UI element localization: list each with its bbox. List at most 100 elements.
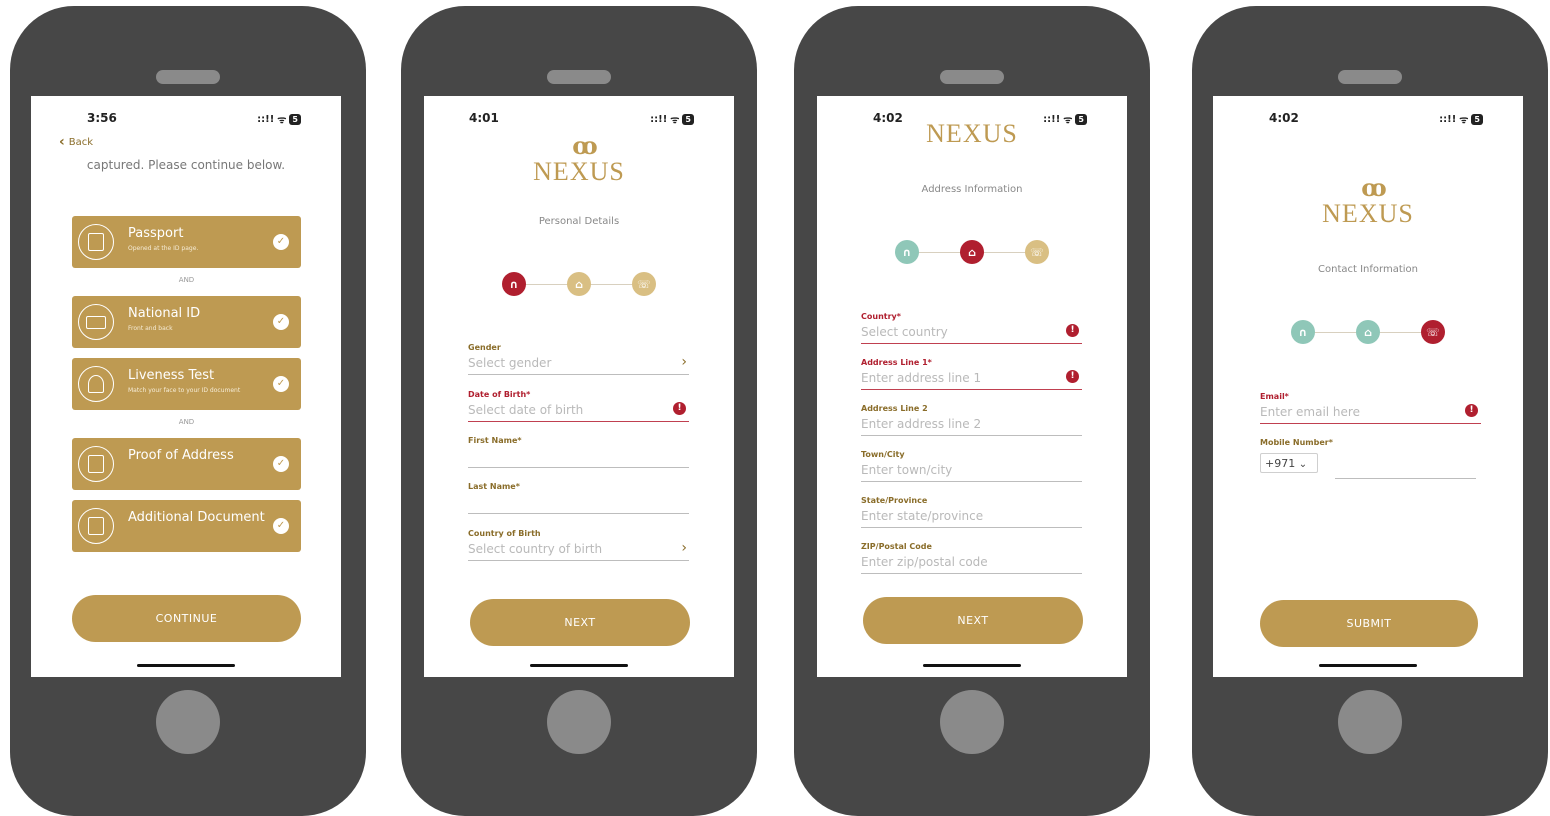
speaker [940, 70, 1004, 84]
person-icon [78, 366, 114, 402]
phone-step-icon: ☏ [1025, 240, 1049, 264]
screen-personal-details: 4:01 ::!! ᯤ 5 ꝏ NEXUS Personal Details ∩… [424, 96, 734, 677]
logo-wordmark: NEXUS [926, 119, 1018, 148]
state-province-field[interactable]: State/Province Enter state/province [861, 496, 1082, 528]
field-label: ZIP/Postal Code [861, 542, 932, 551]
card-subtitle: Match your face to your ID document [128, 387, 241, 394]
status-icons: ::!! ᯤ 5 [1439, 112, 1483, 126]
phone-frame-3: 4:02 ::!! ᯤ 5 NEXUS Address Information … [794, 6, 1150, 816]
passport-card[interactable]: Passport Opened at the ID page. ✓ [72, 216, 301, 268]
battery-icon: 5 [682, 113, 694, 125]
gender-field[interactable]: Gender Select gender › [468, 343, 689, 375]
progress-stepper: ∩ ⌂ ☏ [895, 240, 1050, 266]
speaker [1338, 70, 1402, 84]
field-label: Country* [861, 312, 901, 321]
home-indicator [923, 664, 1021, 667]
country-of-birth-field[interactable]: Country of Birth Select country of birth… [468, 529, 689, 561]
field-placeholder: Select country [861, 325, 948, 339]
home-button [1338, 690, 1402, 754]
national-id-card[interactable]: National ID Front and back ✓ [72, 296, 301, 348]
card-title: Additional Document [128, 510, 265, 525]
last-name-field[interactable]: Last Name* [468, 482, 689, 514]
status-time: 4:02 [1269, 111, 1299, 125]
error-icon: ! [673, 402, 686, 415]
zip-postal-code-field[interactable]: ZIP/Postal Code Enter zip/postal code [861, 542, 1082, 574]
home-button [940, 690, 1004, 754]
field-label: Gender [468, 343, 501, 352]
field-label: Mobile Number* [1260, 438, 1333, 447]
mobile-number-label-row: Mobile Number* [1260, 438, 1481, 447]
home-button [156, 690, 220, 754]
progress-stepper: ∩ ⌂ ☏ [1291, 320, 1446, 346]
submit-button[interactable]: SUBMIT [1260, 600, 1478, 647]
home-step-icon: ⌂ [1356, 320, 1380, 344]
first-name-field[interactable]: First Name* [468, 436, 689, 468]
check-icon: ✓ [273, 314, 289, 330]
chevron-down-icon: ⌄ [1298, 459, 1308, 470]
date-of-birth-field[interactable]: Date of Birth* Select date of birth! [468, 390, 689, 422]
error-icon: ! [1066, 370, 1079, 383]
next-button[interactable]: NEXT [863, 597, 1083, 644]
email-field[interactable]: Email* Enter email here! [1260, 392, 1481, 424]
and-separator: AND [178, 418, 195, 426]
field-label: Country of Birth [468, 529, 541, 538]
error-icon: ! [1465, 404, 1478, 417]
proof-of-address-card[interactable]: Proof of Address ✓ [72, 438, 301, 490]
country-field[interactable]: Country* Select country! [861, 312, 1082, 344]
nexus-logo: NEXUS [817, 120, 1127, 148]
field-placeholder [468, 495, 689, 514]
chevron-right-icon: › [681, 540, 687, 556]
address-line-2-field[interactable]: Address Line 2 Enter address line 2 [861, 404, 1082, 436]
captured-message: captured. Please continue below. [86, 158, 286, 172]
field-label: Email* [1260, 392, 1289, 401]
continue-button[interactable]: CONTINUE [72, 595, 301, 642]
card-title: Passport [128, 226, 184, 241]
next-button[interactable]: NEXT [470, 599, 690, 646]
screen-document-checklist: 3:56 ::!! ᯤ 5 ‹ Back captured. Please co… [31, 96, 341, 677]
address-line-1-field[interactable]: Address Line 1* Enter address line 1! [861, 358, 1082, 390]
home-indicator [137, 664, 235, 667]
chevron-right-icon: › [681, 354, 687, 370]
field-placeholder: Enter address line 2 [861, 417, 1082, 436]
field-placeholder: Enter town/city [861, 463, 1082, 482]
field-placeholder: Enter state/province [861, 509, 1082, 528]
logo-rings: ꝏ [572, 131, 597, 160]
back-button[interactable]: ‹ Back [59, 134, 93, 150]
chevron-left-icon: ‹ [59, 134, 65, 150]
card-title: Liveness Test [128, 368, 215, 383]
progress-stepper: ∩ ⌂ ☏ [502, 272, 657, 298]
check-icon: ✓ [273, 518, 289, 534]
phone-step-icon: ☏ [1421, 320, 1445, 344]
id-card-icon [78, 304, 114, 340]
field-placeholder: Select date of birth [468, 403, 584, 417]
wifi-icon: ᯤ [277, 115, 287, 126]
person-step-icon: ∩ [895, 240, 919, 264]
phone-step-icon: ☏ [632, 272, 656, 296]
logo-wordmark: NEXUS [1322, 199, 1414, 228]
field-label: Address Line 2 [861, 404, 928, 413]
section-title: Personal Details [538, 216, 620, 227]
home-indicator [1319, 664, 1417, 667]
section-title: Address Information [921, 184, 1023, 195]
mobile-number-input[interactable] [1335, 477, 1476, 479]
nexus-logo: ꝏ NEXUS [424, 134, 734, 186]
logo-rings: ꝏ [1361, 173, 1386, 202]
country-code-select[interactable]: +971 ⌄ [1260, 453, 1318, 473]
screen-contact-information: 4:02 ::!! ᯤ 5 ꝏ NEXUS Contact Informatio… [1213, 96, 1523, 677]
home-indicator [530, 664, 628, 667]
home-button [547, 690, 611, 754]
field-label: Last Name* [468, 482, 520, 491]
battery-icon: 5 [1471, 113, 1483, 125]
field-placeholder: Enter address line 1 [861, 371, 982, 385]
field-placeholder [468, 449, 689, 468]
documents-icon [78, 508, 114, 544]
additional-document-card[interactable]: Additional Document ✓ [72, 500, 301, 552]
country-code-value: +971 [1265, 457, 1296, 470]
status-icons: ::!! ᯤ 5 [650, 112, 694, 126]
field-placeholder: Select gender [468, 356, 552, 370]
liveness-test-card[interactable]: Liveness Test Match your face to your ID… [72, 358, 301, 410]
wifi-icon: ᯤ [1459, 115, 1469, 126]
field-label: Address Line 1* [861, 358, 932, 367]
town-city-field[interactable]: Town/City Enter town/city [861, 450, 1082, 482]
check-icon: ✓ [273, 456, 289, 472]
